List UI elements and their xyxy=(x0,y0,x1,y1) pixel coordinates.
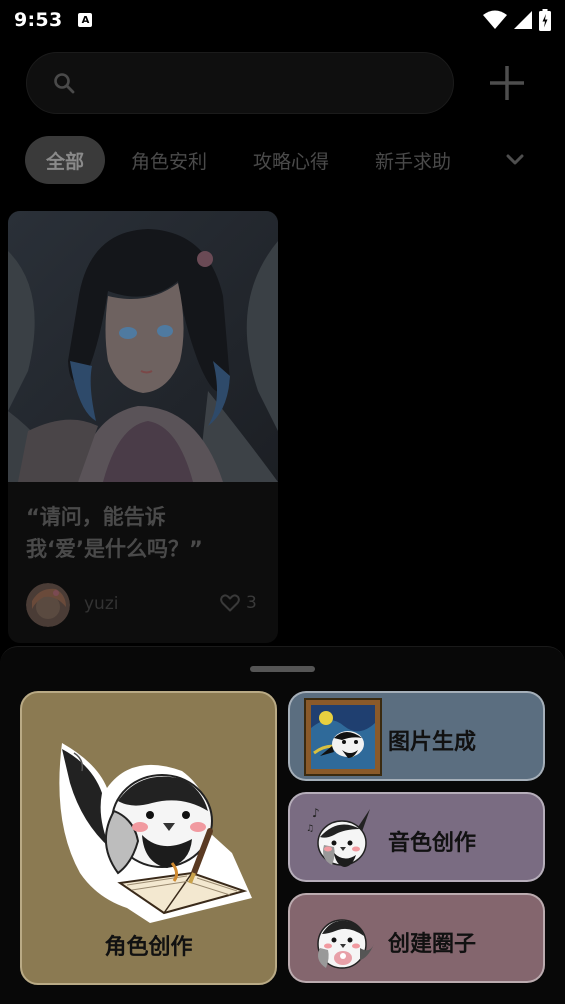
voice-create-button[interactable]: ♪ ♫ 音色创作 xyxy=(288,792,545,882)
status-bar: 9:53 A xyxy=(0,0,565,40)
wifi-icon xyxy=(483,10,507,29)
signal-icon xyxy=(514,11,532,29)
search-input[interactable] xyxy=(26,52,454,114)
plus-icon xyxy=(490,66,524,100)
add-button[interactable] xyxy=(482,60,532,106)
search-icon xyxy=(54,73,75,94)
image-generate-button[interactable]: 图片生成 xyxy=(288,691,545,781)
tab-character-recommend[interactable]: 角色安利 xyxy=(131,136,207,184)
like-count: 3 xyxy=(246,593,257,613)
bird-hugging-icon xyxy=(317,919,374,969)
post-card[interactable]: “请问，能告诉 我‘爱’是什么吗？” yuzi 3 xyxy=(8,211,278,643)
tab-newbie-help[interactable]: 新手求助 xyxy=(375,136,451,184)
heart-icon xyxy=(220,594,240,612)
tabs-expand-button[interactable] xyxy=(503,148,527,172)
bird-singing-icon: ♪ ♫ xyxy=(306,806,370,867)
bird-writing-illustration xyxy=(59,743,252,923)
notification-icon: A xyxy=(78,13,93,27)
status-icons xyxy=(483,9,551,31)
like-button[interactable]: 3 xyxy=(220,593,257,613)
chevron-down-icon xyxy=(506,154,524,165)
create-circle-button[interactable]: 创建圈子 xyxy=(288,893,545,983)
create-circle-label: 创建圈子 xyxy=(388,932,477,957)
image-generate-label: 图片生成 xyxy=(388,730,477,755)
battery-icon xyxy=(539,9,551,31)
voice-create-label: 音色创作 xyxy=(388,831,477,856)
category-tabs: 全部 角色安利 攻略心得 新手求助 xyxy=(25,136,497,184)
tab-guides[interactable]: 攻略心得 xyxy=(253,136,329,184)
painting-frame-icon xyxy=(304,698,382,776)
status-time: 9:53 xyxy=(14,9,63,31)
svg-text:♪: ♪ xyxy=(312,806,320,820)
post-title: “请问，能告诉 我‘爱’是什么吗？” xyxy=(26,505,203,561)
sheet-drag-handle[interactable] xyxy=(250,666,315,672)
create-bottom-sheet: 角色创作 图片生成 ♪ ♫ 音色创作 创建圈子 xyxy=(0,646,565,1004)
character-create-button[interactable]: 角色创作 xyxy=(20,691,277,985)
tab-all[interactable]: 全部 xyxy=(25,136,106,184)
svg-text:♫: ♫ xyxy=(306,824,314,834)
post-author: yuzi xyxy=(84,594,119,614)
character-create-label: 角色创作 xyxy=(104,935,193,960)
avatar[interactable] xyxy=(26,583,70,627)
post-image xyxy=(8,211,278,482)
